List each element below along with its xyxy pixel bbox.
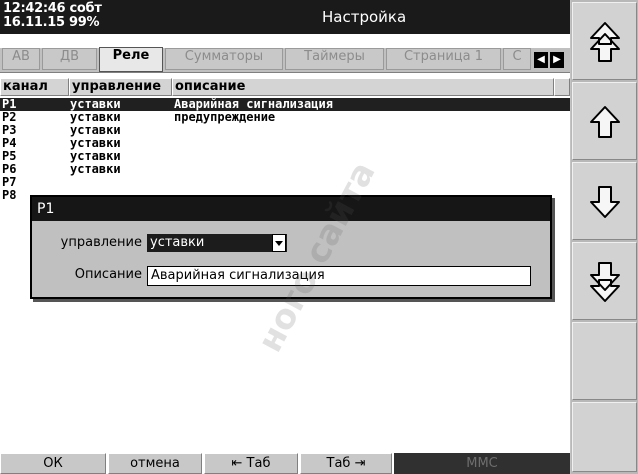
tab-timers[interactable]: Таймеры bbox=[285, 48, 384, 70]
status-clock: 12:42:46 собт 16.11.15 99% bbox=[3, 2, 102, 30]
screen: 12:42:46 собт 16.11.15 99% Настройка АВ … bbox=[0, 0, 570, 474]
description-label: Описание bbox=[74, 267, 142, 282]
arrow-up-button[interactable] bbox=[572, 82, 637, 160]
status-time: 12:42:46 bbox=[3, 1, 66, 16]
cell-control: уставки bbox=[70, 162, 121, 176]
page-up-button[interactable] bbox=[572, 2, 637, 80]
control-select[interactable]: уставки bbox=[147, 234, 287, 252]
arrow-down-button[interactable] bbox=[572, 162, 637, 240]
ok-button[interactable]: ОК bbox=[0, 453, 106, 474]
table-row[interactable]: Р6 уставки bbox=[0, 163, 570, 176]
chevron-down-icon[interactable] bbox=[272, 234, 286, 252]
status-date: 16.11.15 bbox=[3, 15, 65, 30]
edit-dialog: Р1 управление уставки Описание Аварийная… bbox=[30, 195, 552, 299]
header-bar: 12:42:46 собт 16.11.15 99% Настройка bbox=[0, 0, 570, 34]
tab-bar: АВ ДВ Реле Сумматоры Таймеры Страница 1 … bbox=[0, 47, 570, 73]
page-up-icon bbox=[590, 22, 620, 62]
column-header-spacer bbox=[554, 78, 570, 96]
status-percent: 99% bbox=[68, 15, 100, 30]
tab-av[interactable]: АВ bbox=[2, 48, 40, 70]
side-button-5[interactable] bbox=[572, 322, 637, 400]
cell-channel: Р8 bbox=[2, 188, 17, 202]
tab-more[interactable]: С bbox=[503, 48, 531, 70]
cancel-button[interactable]: отмена bbox=[108, 453, 202, 474]
tab-relay[interactable]: Реле bbox=[99, 47, 163, 72]
dialog-title: Р1 bbox=[32, 197, 550, 221]
table-row[interactable]: Р7 bbox=[0, 176, 570, 189]
tab-page-1[interactable]: Страница 1 bbox=[386, 48, 501, 70]
arrow-up-icon bbox=[590, 106, 620, 138]
column-header-control[interactable]: управление bbox=[69, 78, 172, 96]
status-flag: собт bbox=[69, 1, 102, 16]
tab-dv[interactable]: ДВ bbox=[42, 48, 97, 70]
window-title: Настройка bbox=[322, 8, 407, 26]
cell-description: предупреждение bbox=[174, 110, 276, 124]
page-down-icon bbox=[590, 262, 620, 302]
mmc-button[interactable]: ММС bbox=[394, 453, 570, 474]
arrow-down-icon bbox=[590, 186, 620, 218]
control-label: управление bbox=[60, 235, 142, 250]
description-field[interactable]: Аварийная сигнализация bbox=[147, 266, 531, 286]
page-down-button[interactable] bbox=[572, 242, 637, 320]
tab-back-button[interactable]: ⇤ Таб bbox=[204, 453, 298, 474]
column-header-channel[interactable]: канал bbox=[0, 78, 69, 96]
column-header-description[interactable]: описание bbox=[172, 78, 554, 96]
side-button-6[interactable] bbox=[572, 402, 637, 472]
triangle-right-icon[interactable]: ▶ bbox=[550, 52, 564, 68]
tab-summators[interactable]: Сумматоры bbox=[165, 48, 283, 70]
tab-forward-button[interactable]: Таб ⇥ bbox=[300, 453, 392, 474]
triangle-left-icon[interactable]: ◀ bbox=[534, 52, 548, 68]
